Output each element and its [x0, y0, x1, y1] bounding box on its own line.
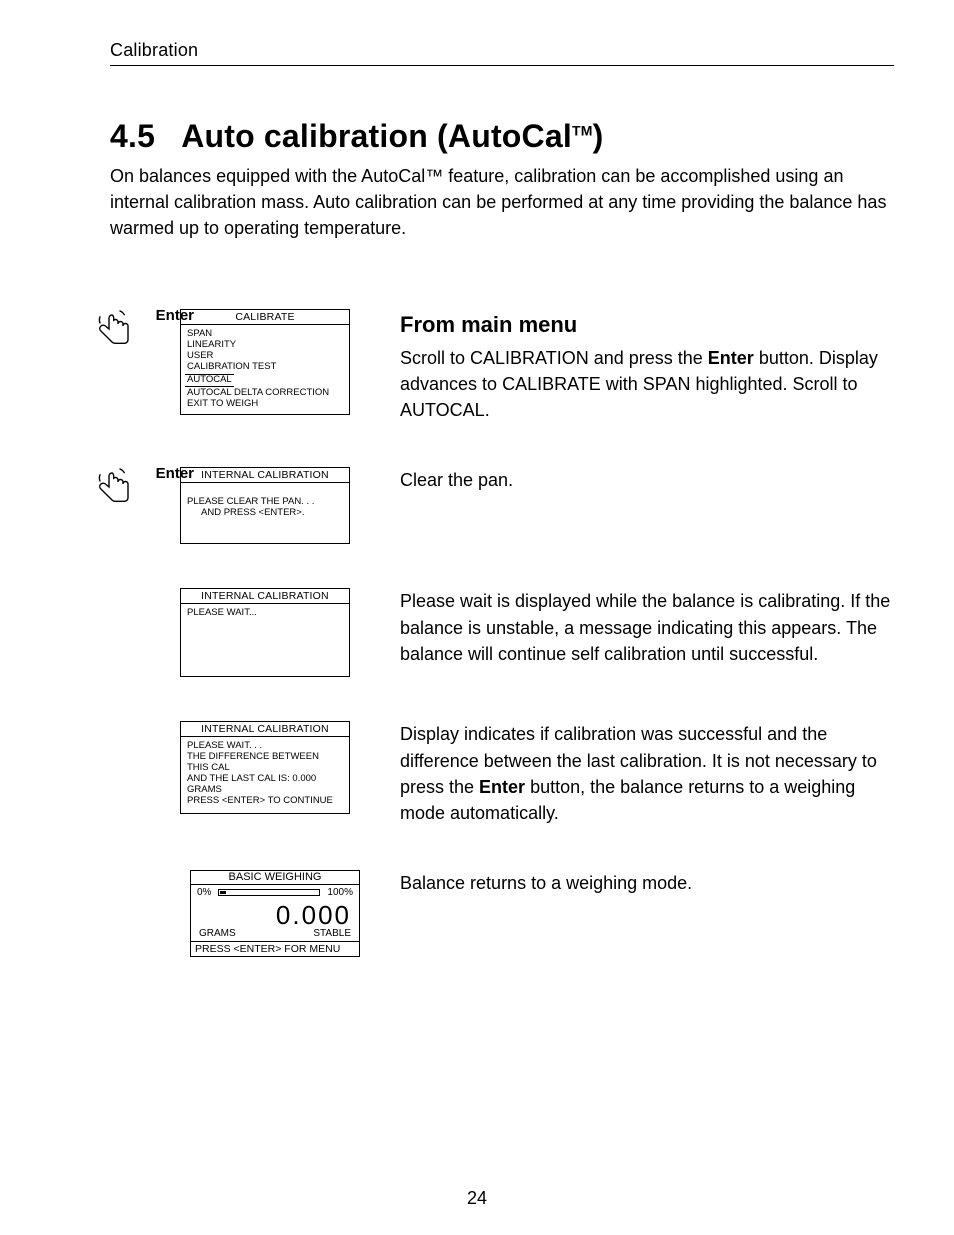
press-hand-icon: [92, 502, 140, 519]
step-text: Display indicates if calibration was suc…: [400, 721, 894, 825]
page-number: 24: [0, 1188, 954, 1209]
menu-item-highlighted: AUTOCAL: [185, 374, 234, 387]
screen-title: INTERNAL CALIBRATION: [181, 468, 349, 483]
step-text: Clear the pan.: [400, 467, 894, 493]
screen-title: INTERNAL CALIBRATION: [181, 589, 349, 604]
menu-item: CALIBRATION TEST: [187, 362, 343, 373]
screen-title: BASIC WEIGHING: [191, 871, 359, 885]
display-screen: INTERNAL CALIBRATION PLEASE WAIT. . . TH…: [180, 721, 350, 814]
screen-footer: PRESS <ENTER> FOR MENU: [191, 942, 359, 956]
trademark-superscript: TM: [572, 122, 593, 138]
screen-title: INTERNAL CALIBRATION: [181, 722, 349, 737]
step-text: Balance returns to a weighing mode.: [400, 870, 894, 896]
step-row: Enter INTERNAL CALIBRATION PLEASE CLEAR …: [110, 467, 894, 544]
percent-high: 100%: [327, 887, 353, 898]
screen-title: CALIBRATE: [181, 310, 349, 325]
section-number: 4.5: [110, 118, 155, 154]
intro-paragraph: On balances equipped with the AutoCal™ f…: [110, 163, 894, 241]
display-screen: INTERNAL CALIBRATION PLEASE CLEAR THE PA…: [180, 467, 350, 544]
running-header: Calibration: [110, 40, 894, 66]
menu-item: EXIT TO WEIGH: [187, 399, 343, 410]
percent-low: 0%: [197, 887, 211, 898]
screen-line: PLEASE WAIT...: [187, 608, 343, 619]
screen-line: THE DIFFERENCE BETWEEN THIS CAL: [187, 752, 343, 774]
step-row: INTERNAL CALIBRATION PLEASE WAIT... Plea…: [110, 588, 894, 677]
section-heading-text: Auto calibration (AutoCal: [181, 118, 572, 154]
weight-unit: GRAMS: [199, 928, 236, 939]
display-screen: INTERNAL CALIBRATION PLEASE WAIT...: [180, 588, 350, 677]
weighing-display: BASIC WEIGHING 0% 100% 0.000 GRAMS STABL…: [190, 870, 360, 957]
press-hand-icon: [92, 344, 140, 361]
progress-bar: [218, 889, 320, 896]
enter-label: Enter: [156, 465, 194, 482]
enter-button-ref: Enter: [708, 348, 754, 368]
enter-button-ref: Enter: [479, 777, 525, 797]
step-text: Please wait is displayed while the balan…: [400, 588, 894, 666]
section-heading: 4.5 Auto calibration (AutoCalTM): [110, 118, 894, 155]
screen-line: AND PRESS <ENTER>.: [187, 508, 343, 519]
section-heading-close: ): [593, 118, 604, 154]
step-text: Scroll to CALIBRATION and press the Ente…: [400, 345, 894, 423]
screen-line: PRESS <ENTER> TO CONTINUE: [187, 796, 343, 807]
step-row: INTERNAL CALIBRATION PLEASE WAIT. . . TH…: [110, 721, 894, 825]
display-screen: CALIBRATE SPAN LINEARITY USER CALIBRATIO…: [180, 309, 350, 414]
enter-label: Enter: [156, 307, 194, 324]
weight-value: 0.000: [197, 898, 353, 928]
weight-status: STABLE: [313, 928, 351, 939]
screen-line: AND THE LAST CAL IS: 0.000 GRAMS: [187, 774, 343, 796]
step-row: BASIC WEIGHING 0% 100% 0.000 GRAMS STABL…: [110, 870, 894, 957]
step-subheading: From main menu: [400, 309, 894, 341]
step-row: Enter CALIBRATE SPAN LINEARITY USER CALI…: [110, 309, 894, 423]
